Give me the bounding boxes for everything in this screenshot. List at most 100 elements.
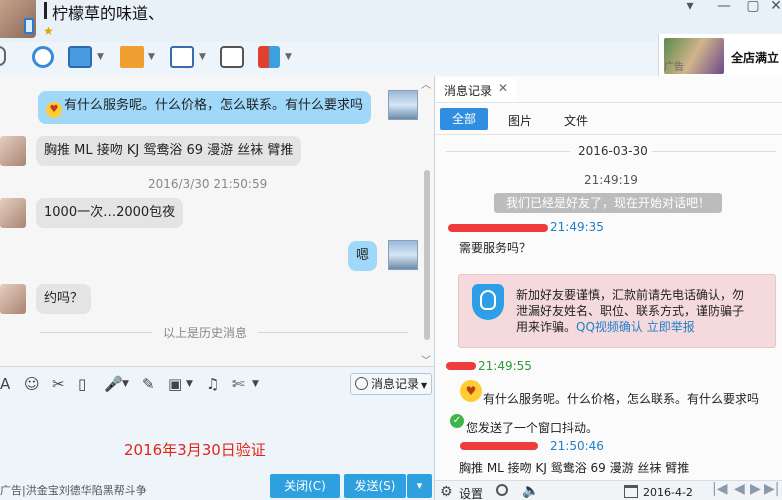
date-header: 2016-03-30 — [578, 144, 648, 158]
message-text: 1000一次…2000包夜 — [44, 205, 176, 220]
filter-divider — [435, 134, 782, 135]
record-panel-footer — [435, 480, 782, 500]
send-options-dropdown-icon[interactable]: ▾ — [407, 474, 432, 498]
star-icon: ★ — [43, 24, 54, 38]
security-warning-text: 新加好友要谨慎，汇款前请先电话确认，勿泄漏好友姓名、职位、联系方式，谨防骗子用来… — [516, 287, 754, 335]
send-button[interactable]: 发送(S) — [344, 474, 406, 498]
time-header: 21:49:19 — [584, 173, 638, 187]
message-record-label: 消息记录 — [371, 377, 420, 391]
filter-images-button[interactable]: 图片 — [508, 112, 532, 129]
gear-icon[interactable]: ⚙ — [440, 484, 453, 500]
create-group-icon[interactable] — [220, 46, 244, 68]
minimize-button[interactable]: — — [714, 0, 734, 14]
chat-bubble-incoming: 胸推 ML 接吻 KJ 鸳鸯浴 69 漫游 丝袜 臂推 — [36, 136, 302, 166]
scrollbar-thumb[interactable] — [424, 170, 430, 340]
mobile-online-icon — [24, 18, 34, 34]
heart-eyes-emoji-icon: ♥ — [46, 102, 62, 118]
ad-text[interactable]: 全店满立 — [731, 49, 779, 66]
entry-message[interactable]: 需要服务吗？ — [459, 239, 531, 256]
filter-all-button[interactable]: 全部 — [440, 108, 488, 130]
scroll-down-icon[interactable]: ﹀ — [421, 352, 431, 367]
settings-button[interactable]: 设置 — [459, 485, 483, 500]
contact-name[interactable]: 柠檬草的味道、 — [52, 0, 164, 24]
warning-link[interactable]: QQ视频确认 立即举报 — [576, 320, 695, 334]
chat-bubble-outgoing: ♥ 有什么服务呢。什么价格，怎么联系。有什么要求吗 — [38, 91, 372, 124]
maximize-button[interactable]: ▢ — [743, 0, 763, 14]
entry-message[interactable]: 胸推 ML 接吻 KJ 鸳鸯浴 69 漫游 丝袜 臂推 — [459, 459, 689, 476]
remote-desktop-icon[interactable] — [170, 46, 194, 68]
message-text: 有什么服务呢。什么价格，怎么联系。有什么要求吗 — [64, 98, 364, 113]
last-page-button[interactable]: ▶| — [764, 481, 779, 497]
vibrate-icon[interactable]: ▯ — [78, 375, 86, 393]
screen-share-icon[interactable] — [68, 46, 92, 68]
redacted-sender-name — [446, 362, 476, 370]
contact-avatar-small[interactable] — [0, 136, 26, 166]
scroll-up-icon[interactable]: ︿ — [421, 76, 431, 91]
ad-label: 广告 — [664, 62, 684, 73]
chat-bubble-outgoing: 嗯 — [348, 241, 378, 271]
remote-desktop-dropdown-icon[interactable]: ▼ — [199, 52, 206, 62]
close-window-button[interactable]: ✕ — [766, 0, 782, 14]
my-avatar[interactable] — [388, 240, 418, 270]
emoji-icon[interactable]: ☺ — [24, 375, 40, 393]
chat-bubble-incoming: 约吗？ — [36, 284, 92, 314]
send-file-icon[interactable] — [120, 46, 144, 68]
message-text: 胸推 ML 接吻 KJ 鸳鸯浴 69 漫游 丝袜 臂推 — [44, 143, 294, 158]
speaker-icon[interactable]: 🔈 — [522, 483, 539, 499]
tab-label: 消息记录 — [444, 84, 493, 98]
music-icon[interactable]: ♫ — [206, 375, 219, 393]
my-avatar[interactable] — [388, 90, 418, 120]
image-icon[interactable]: ▣ — [168, 375, 182, 393]
calendar-icon[interactable] — [624, 485, 638, 498]
message-text: 约吗？ — [44, 291, 84, 306]
chat-bubble-incoming: 1000一次…2000包夜 — [36, 198, 184, 228]
edit-icon[interactable]: ✎ — [142, 375, 155, 393]
message-timestamp: 2016/3/30 21:50:59 — [148, 177, 268, 191]
date-divider-line — [446, 151, 570, 152]
screen-share-dropdown-icon[interactable]: ▼ — [97, 52, 104, 62]
system-notice: 您发送了一个窗口抖动。 — [466, 421, 599, 435]
screenshot-icon[interactable]: ✄ — [232, 375, 245, 393]
record-date[interactable]: 2016-4-2 — [643, 486, 693, 499]
microphone-icon[interactable]: 🎤 — [104, 375, 123, 393]
check-circle-icon: ✓ — [450, 414, 464, 428]
friend-notice-banner: 我们已经是好友了，现在开始对话吧！ — [494, 193, 722, 213]
heart-eyes-emoji-icon: ♥ — [460, 380, 482, 402]
message-input[interactable] — [0, 400, 434, 472]
clock-icon — [355, 377, 368, 390]
ad-link[interactable]: 广告|洪金宝刘德华陷黑帮斗争 — [0, 482, 147, 498]
date-divider-line — [652, 151, 776, 152]
voice-call-icon[interactable] — [0, 46, 6, 66]
tab-close-icon[interactable]: ✕ — [498, 81, 508, 95]
entry-message[interactable]: 有什么服务呢。什么价格，怎么联系。有什么要求吗 — [483, 390, 759, 407]
close-button[interactable]: 关闭(C) — [270, 474, 340, 498]
font-icon[interactable]: A — [0, 375, 10, 393]
search-icon[interactable] — [496, 484, 508, 496]
video-call-icon[interactable] — [32, 46, 54, 68]
chat-toolbar: ▼ ▼ ▼ ▼ — [0, 42, 660, 74]
filter-files-button[interactable]: 文件 — [564, 112, 588, 129]
penguin-outline-icon — [480, 290, 496, 310]
next-page-button[interactable]: ▶ — [750, 481, 761, 497]
first-page-button[interactable]: |◀ — [712, 481, 727, 497]
history-divider-line — [258, 332, 408, 333]
send-file-dropdown-icon[interactable]: ▼ — [148, 52, 155, 62]
title-cursor-mark — [44, 2, 47, 19]
redacted-sender-name — [448, 224, 548, 232]
window-menu-dropdown-icon[interactable]: ▾ — [680, 0, 700, 14]
contact-avatar-small[interactable] — [0, 198, 26, 228]
entry-time: 21:49:55 — [478, 359, 532, 373]
previous-page-button[interactable]: ◀ — [734, 481, 745, 497]
app-grid-dropdown-icon[interactable]: ▼ — [285, 52, 292, 62]
message-text: 嗯 — [356, 248, 370, 263]
chevron-down-icon: ▼ — [421, 381, 428, 390]
magic-icon[interactable]: ✂ — [52, 375, 65, 393]
microphone-dropdown-icon[interactable]: ▼ — [122, 379, 129, 389]
history-divider: 以上是历史消息 — [163, 326, 248, 340]
message-input-text[interactable]: 2016年3月30日验证 — [124, 439, 266, 460]
screenshot-dropdown-icon[interactable]: ▼ — [252, 379, 259, 389]
contact-avatar-small[interactable] — [0, 284, 26, 314]
image-dropdown-icon[interactable]: ▼ — [186, 379, 193, 389]
app-grid-icon[interactable] — [258, 46, 280, 68]
redacted-sender-name — [460, 442, 538, 450]
